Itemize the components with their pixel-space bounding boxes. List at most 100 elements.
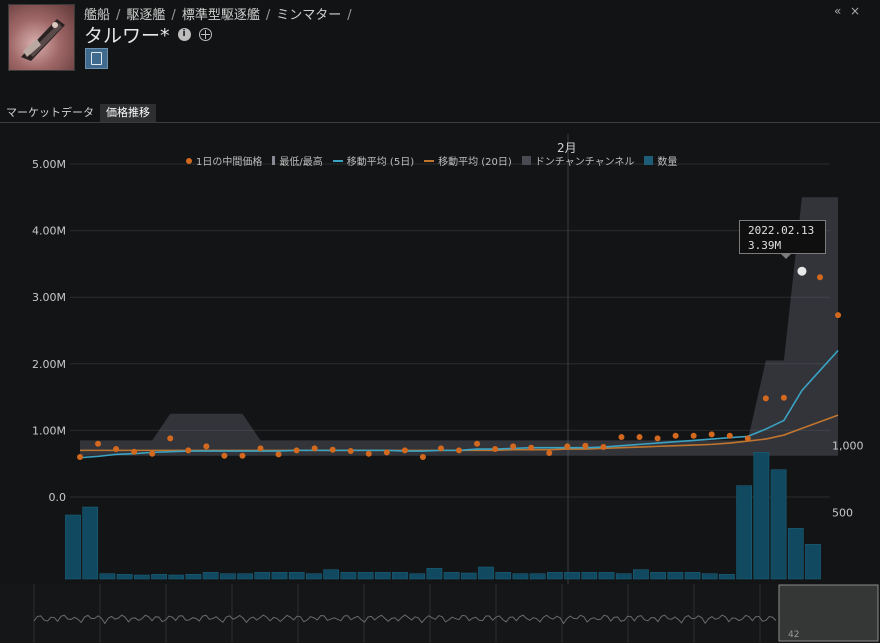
volume-bar	[151, 574, 167, 580]
ship-thumbnail[interactable]	[8, 4, 75, 71]
info-icon[interactable]: i	[177, 27, 191, 41]
median-price-point	[113, 446, 120, 453]
price-tick-label: 0.0	[49, 491, 67, 504]
median-price-point	[600, 444, 607, 451]
range-navigator[interactable]: 42	[0, 584, 880, 643]
legend-donchian[interactable]: ドンチャンチャンネル	[521, 153, 634, 168]
volume-tick-label: 1,000	[832, 440, 864, 453]
legend-dot-icon	[186, 157, 192, 164]
volume-bar	[719, 574, 735, 580]
breadcrumb-item-minmatar[interactable]: ミンマター	[276, 8, 341, 23]
ship-render	[21, 19, 65, 61]
median-price-point	[77, 454, 83, 461]
volume-bar	[701, 573, 718, 580]
price-tick-label: 1.00M	[32, 424, 66, 437]
volume-bar	[547, 572, 563, 580]
median-price-point	[167, 435, 174, 442]
volume-bar	[99, 573, 116, 580]
median-price-point	[817, 274, 823, 281]
legend-volume[interactable]: 数量	[644, 153, 677, 168]
volume-bar	[460, 572, 477, 580]
volume-bar	[237, 573, 253, 580]
volume-bar	[220, 573, 236, 580]
price-tick-label: 4.00M	[32, 225, 66, 238]
volume-bar	[168, 574, 185, 580]
volume-bar	[770, 469, 787, 580]
legend-label: 1日の中間価格	[196, 157, 263, 168]
median-price-point	[492, 446, 499, 453]
crosshair-icon[interactable]	[198, 27, 212, 41]
legend-bar-icon	[272, 156, 276, 165]
legend-box-icon	[521, 156, 531, 165]
volume-bar	[288, 572, 305, 580]
volume-bar	[409, 573, 426, 580]
median-price-point	[744, 435, 751, 442]
volume-bar	[495, 572, 512, 580]
price-history-chart[interactable]: 0.0 1.00M 2.00M 3.00M 4.00M 5.00M 500 1,000	[0, 124, 880, 594]
median-price-point	[780, 394, 787, 401]
median-price-point	[419, 454, 426, 461]
volume-bar	[271, 572, 288, 580]
median-price-point	[95, 440, 102, 447]
volume-bar	[787, 528, 804, 580]
median-price-point	[293, 447, 300, 454]
volume-bar	[202, 572, 219, 580]
legend-median-price[interactable]: 1日の中間価格	[186, 153, 262, 168]
median-price-point	[203, 443, 210, 450]
legend-ma20[interactable]: 移動平均 (20日)	[424, 153, 512, 168]
volume-bar	[667, 572, 684, 580]
legend-min-max[interactable]: 最低/最高	[272, 153, 323, 168]
median-price-point	[510, 443, 517, 450]
skill-requirement-icon[interactable]	[85, 48, 108, 69]
median-price-point	[726, 432, 733, 439]
legend-box-icon	[644, 156, 654, 165]
median-price-point	[383, 449, 390, 456]
median-price-point	[131, 448, 138, 455]
volume-bar	[65, 514, 81, 580]
median-price-point	[474, 440, 481, 447]
collapse-button[interactable]: «	[834, 4, 841, 18]
median-price-point	[528, 444, 535, 451]
volume-bar	[392, 572, 408, 580]
tab-market-data[interactable]: マーケットデータ	[0, 104, 100, 122]
breadcrumb-separator: /	[347, 8, 352, 23]
price-tick-label: 3.00M	[32, 291, 66, 304]
close-button[interactable]: ×	[850, 4, 860, 18]
tooltip-value: 3.39M	[748, 239, 782, 252]
legend-label: 数量	[657, 157, 678, 168]
tooltip-arrow	[780, 253, 792, 259]
price-tick-label: 2.00M	[32, 358, 66, 371]
median-price-point	[257, 445, 264, 452]
volume-bar	[374, 572, 391, 580]
median-price-point	[672, 432, 679, 439]
breadcrumb-separator: /	[265, 8, 271, 23]
median-price-point	[185, 447, 192, 454]
median-price-point	[708, 431, 715, 438]
tab-bar: マーケットデータ 価格推移	[0, 104, 156, 122]
volume-bar	[478, 566, 494, 580]
crosshair-glyph	[200, 29, 210, 39]
tooltip-date: 2022.02.13	[748, 224, 815, 237]
volume-bar	[116, 574, 133, 580]
volume-bar	[512, 573, 529, 580]
legend-line-icon	[424, 159, 435, 162]
volume-bar	[753, 452, 770, 580]
median-price-point	[365, 450, 372, 457]
volume-bar	[633, 569, 649, 580]
median-price-point-highlighted	[797, 266, 807, 276]
median-price-point	[546, 450, 553, 457]
title-row: タルワー* i	[84, 21, 212, 47]
legend-ma5[interactable]: 移動平均 (5日)	[332, 153, 414, 168]
volume-bar	[133, 574, 150, 580]
median-price-point	[329, 446, 336, 453]
median-price-point	[654, 435, 661, 442]
chart-legend: 1日の中間価格 最低/最高 移動平均 (5日) 移動平均 (20日) ドンチャン…	[186, 153, 687, 168]
volume-bar	[650, 572, 666, 580]
volume-bar	[805, 544, 821, 580]
price-tick-label: 5.00M	[32, 158, 66, 171]
median-price-point	[690, 432, 697, 439]
tab-price-history[interactable]: 価格推移	[100, 104, 156, 122]
volume-bar	[306, 573, 322, 580]
median-price-point	[564, 443, 571, 450]
navigator-label: 42	[788, 630, 799, 640]
